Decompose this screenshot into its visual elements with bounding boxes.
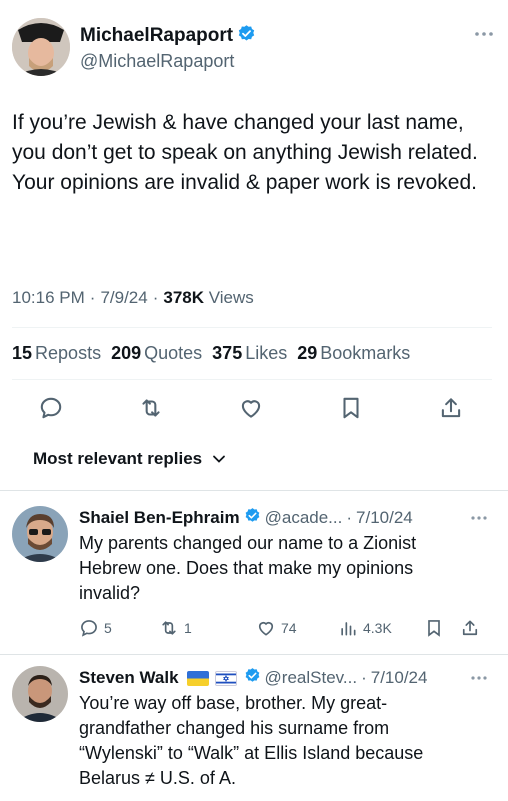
like-icon[interactable] [236, 393, 266, 423]
reply-author-name[interactable]: Shaiel Ben-Ephraim [79, 508, 240, 528]
reposts-label: Reposts [35, 343, 102, 363]
author-avatar[interactable] [12, 18, 70, 76]
reply-body: Steven Walk @realStev... · 7/10/24 You’r… [79, 666, 499, 791]
reply-views-button[interactable]: 4.3K [338, 618, 424, 638]
separator-dot: · [89, 288, 96, 307]
likes-count: 375 [212, 343, 243, 363]
reply-actions: 5 1 74 4.3K [79, 618, 499, 638]
separator-dot: · [346, 508, 353, 527]
divider [0, 490, 508, 491]
tweet-date[interactable]: 7/9/24 [100, 288, 147, 308]
likes-stat[interactable]: 375 Likes [212, 343, 287, 364]
bookmarks-label: Bookmarks [320, 343, 411, 363]
reply-text: My parents changed our name to a Zionist… [79, 533, 417, 603]
verified-badge-icon [244, 507, 261, 529]
tweet-actions [36, 393, 466, 423]
reply-header: Shaiel Ben-Ephraim @acade... · 7/10/24 [79, 506, 499, 530]
verified-badge-icon [244, 667, 261, 689]
verified-badge-icon [237, 24, 256, 48]
reply-date[interactable]: 7/10/24 [356, 508, 413, 528]
reply-text: You’re way off base, brother. My great- … [79, 693, 424, 788]
tweet-header: MichaelRapaport @MichaelRapaport [12, 14, 496, 76]
reply-author-handle[interactable]: @acade... [265, 508, 343, 528]
share-icon[interactable] [460, 618, 480, 638]
tweet-text: If you’re Jewish & have changed your las… [12, 111, 478, 194]
reply-avatar[interactable] [12, 666, 68, 722]
tweet-time[interactable]: 10:16 PM [12, 288, 85, 308]
reply-icon [81, 620, 97, 637]
reply-item[interactable]: Steven Walk @realStev... · 7/10/24 You’r… [0, 666, 508, 801]
reply-count: 5 [104, 620, 112, 636]
quotes-label: Quotes [144, 343, 203, 363]
reply-author-name[interactable]: Steven Walk [79, 668, 179, 688]
author-info: MichaelRapaport @MichaelRapaport [80, 24, 256, 72]
separator-dot: · [152, 288, 159, 307]
quotes-stat[interactable]: 209 Quotes [111, 343, 202, 364]
like-count: 74 [281, 620, 297, 636]
bookmarks-stat[interactable]: 29 Bookmarks [297, 343, 410, 364]
reposts-stat[interactable]: 15 Reposts [12, 343, 101, 364]
reposts-count: 15 [12, 343, 33, 363]
views-icon [341, 622, 356, 636]
chevron-down-icon [212, 449, 226, 469]
more-options-icon[interactable] [470, 508, 488, 526]
reply-avatar[interactable] [12, 506, 68, 562]
reply-repost-button[interactable]: 1 [159, 618, 256, 638]
reply-reply-button[interactable]: 5 [79, 618, 159, 638]
reply-date[interactable]: 7/10/24 [371, 668, 428, 688]
likes-label: Likes [245, 343, 288, 363]
share-icon[interactable] [436, 393, 466, 423]
repost-icon[interactable] [136, 393, 166, 423]
sort-label: Most relevant replies [33, 449, 203, 468]
divider [12, 379, 492, 380]
reply-author-handle[interactable]: @realStev... [265, 668, 358, 688]
more-options-icon[interactable] [470, 668, 488, 686]
separator-dot: · [361, 668, 367, 687]
view-count: 4.3K [363, 620, 392, 636]
engagement-stats: 15 Reposts 209 Quotes 375 Likes 29 Bookmarks [12, 343, 410, 364]
divider [0, 654, 508, 655]
author-handle[interactable]: @MichaelRapaport [80, 51, 256, 72]
views-count: 378K [163, 288, 205, 307]
reply-header: Steven Walk @realStev... · 7/10/24 [79, 666, 499, 690]
ukraine-flag-icon [186, 670, 209, 686]
repost-count: 1 [184, 620, 192, 636]
israel-flag-icon [214, 670, 237, 686]
replies-sort-dropdown[interactable]: Most relevant replies [33, 449, 226, 469]
tweet-meta: 10:16 PM · 7/9/24 · 378K Views [12, 288, 254, 308]
reply-item[interactable]: Shaiel Ben-Ephraim @acade... · 7/10/24 M… [0, 506, 508, 652]
repost-icon [162, 621, 176, 635]
reply-like-button[interactable]: 74 [256, 618, 338, 638]
views-label: Views [208, 288, 254, 307]
more-options-icon[interactable] [474, 24, 494, 42]
views: 378K Views [163, 288, 253, 308]
reply-icon[interactable] [36, 393, 66, 423]
bookmark-icon[interactable] [424, 618, 460, 638]
quotes-count: 209 [111, 343, 142, 363]
divider [12, 327, 492, 328]
like-icon [258, 621, 274, 636]
author-name[interactable]: MichaelRapaport [80, 25, 233, 47]
reply-body: Shaiel Ben-Ephraim @acade... · 7/10/24 M… [79, 506, 499, 638]
bookmark-icon[interactable] [336, 393, 366, 423]
bookmarks-count: 29 [297, 343, 318, 363]
